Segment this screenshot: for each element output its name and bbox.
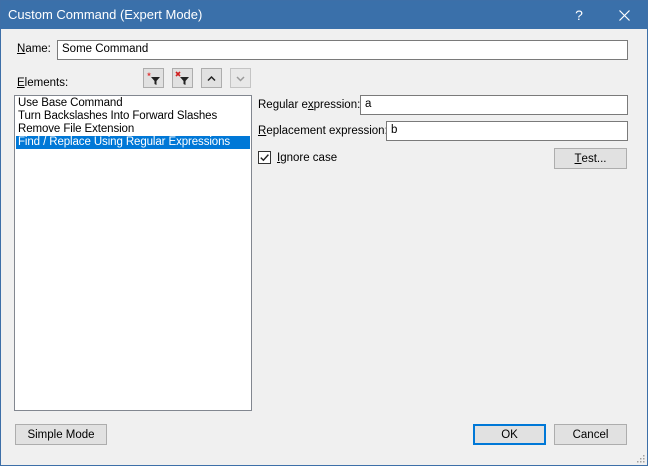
checkmark-icon: [260, 154, 269, 162]
close-button[interactable]: [601, 1, 647, 29]
remove-element-button[interactable]: [172, 68, 193, 88]
ignore-case-label[interactable]: Ignore case: [277, 152, 337, 164]
move-up-button[interactable]: [201, 68, 222, 88]
test-button[interactable]: Test...: [554, 148, 627, 169]
replacement-input[interactable]: b: [386, 121, 628, 141]
resize-grip-icon[interactable]: [635, 453, 645, 463]
name-input[interactable]: Some Command: [57, 40, 628, 60]
simple-mode-button[interactable]: Simple Mode: [15, 424, 107, 445]
chevron-up-icon: [207, 75, 216, 81]
move-down-button[interactable]: [230, 68, 251, 88]
list-item-find-replace[interactable]: Find / Replace Using Regular Expressions: [16, 136, 250, 149]
dialog-window: Custom Command (Expert Mode) ? Name: Som…: [0, 0, 648, 466]
help-icon: ?: [575, 7, 583, 23]
add-filter-icon: [146, 71, 160, 85]
replacement-label: Replacement expression:: [258, 125, 388, 137]
regex-label: Regular expression:: [258, 99, 361, 111]
ok-button[interactable]: OK: [473, 424, 546, 445]
list-item-remove-extension[interactable]: Remove File Extension: [16, 123, 250, 136]
add-element-button[interactable]: [143, 68, 164, 88]
regex-input[interactable]: a: [360, 95, 628, 115]
elements-label: Elements:: [17, 77, 69, 89]
title-bar[interactable]: Custom Command (Expert Mode) ?: [1, 1, 647, 29]
help-button[interactable]: ?: [556, 1, 602, 29]
list-item-backslashes[interactable]: Turn Backslashes Into Forward Slashes: [16, 110, 250, 123]
ignore-case-checkbox[interactable]: [258, 151, 271, 164]
name-label: Name:: [17, 43, 51, 55]
list-item-use-base-command[interactable]: Use Base Command: [16, 97, 250, 110]
elements-list[interactable]: Use Base Command Turn Backslashes Into F…: [14, 95, 252, 411]
window-title: Custom Command (Expert Mode): [8, 7, 203, 22]
remove-filter-icon: [175, 70, 189, 85]
cancel-button[interactable]: Cancel: [554, 424, 627, 445]
chevron-down-icon: [236, 75, 245, 82]
close-icon: [618, 9, 630, 21]
